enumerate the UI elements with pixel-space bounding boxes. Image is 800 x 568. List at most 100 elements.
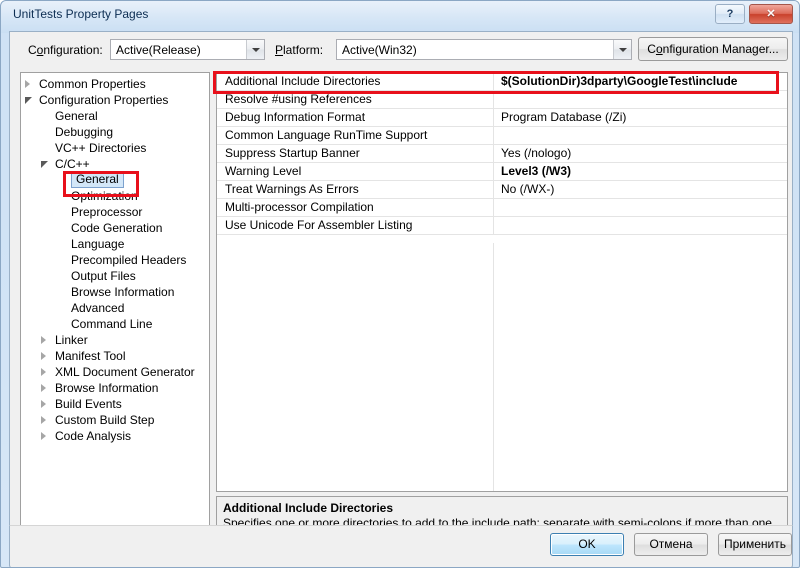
tree-item-label: XML Document Generator bbox=[55, 365, 195, 379]
tree-item-custom-build-step[interactable]: Custom Build Step bbox=[21, 412, 209, 428]
property-grid-panel: Additional Include Directories $(Solution… bbox=[216, 72, 788, 492]
tree-item-browse-information[interactable]: Browse Information bbox=[21, 380, 209, 396]
tree-item-label: Command Line bbox=[71, 317, 153, 331]
property-pages-window: UnitTests Property Pages ? ✕ Configurati… bbox=[0, 0, 800, 568]
description-title: Additional Include Directories bbox=[223, 501, 394, 515]
grid-column-divider bbox=[493, 181, 494, 198]
configuration-dropdown[interactable]: Active(Release) bbox=[110, 39, 265, 60]
grid-row[interactable]: Treat Warnings As Errors No (/WX-) bbox=[217, 181, 787, 199]
apply-button[interactable]: Применить bbox=[718, 533, 792, 556]
tree-item-label: General bbox=[71, 171, 124, 188]
tree-item-common-properties[interactable]: Common Properties bbox=[21, 76, 209, 92]
tree-expander-collapsed-icon[interactable] bbox=[41, 400, 46, 408]
tree-expander-collapsed-icon[interactable] bbox=[41, 432, 46, 440]
dialog-button-strip: OK Отмена Применить bbox=[9, 525, 793, 567]
grid-property-name: Resolve #using References bbox=[225, 92, 372, 106]
grid-column-divider bbox=[493, 243, 494, 491]
title-bar: UnitTests Property Pages ? ✕ bbox=[1, 1, 799, 31]
tree-item-command-line[interactable]: Command Line bbox=[21, 316, 209, 332]
tree-item-label: Preprocessor bbox=[71, 205, 143, 219]
tree-item-xml-document-generator[interactable]: XML Document Generator bbox=[21, 364, 209, 380]
grid-row[interactable]: Use Unicode For Assembler Listing bbox=[217, 217, 787, 235]
tree-item-label: Linker bbox=[55, 333, 88, 347]
tree-item-label: Configuration Properties bbox=[39, 93, 169, 107]
configuration-manager-button[interactable]: Configuration Manager... bbox=[638, 37, 788, 61]
grid-property-value[interactable]: Program Database (/Zi) bbox=[501, 110, 626, 124]
tree-expander-collapsed-icon[interactable] bbox=[41, 384, 46, 392]
tree-item-label: Debugging bbox=[55, 125, 114, 139]
tree-item-configuration-properties[interactable]: Configuration Properties bbox=[21, 92, 209, 108]
grid-column-divider bbox=[493, 73, 494, 90]
chevron-down-icon bbox=[252, 48, 260, 52]
grid-column-divider bbox=[493, 217, 494, 234]
tree-item-code-generation[interactable]: Code Generation bbox=[21, 220, 209, 236]
grid-row[interactable]: Resolve #using References bbox=[217, 91, 787, 109]
tree-item-linker[interactable]: Linker bbox=[21, 332, 209, 348]
grid-row[interactable]: Additional Include Directories $(Solution… bbox=[217, 73, 787, 91]
dialog-client-area: Configuration: Active(Release) Platform:… bbox=[9, 31, 793, 559]
tree-expander-collapsed-icon[interactable] bbox=[41, 336, 46, 344]
grid-property-name: Debug Information Format bbox=[225, 110, 366, 124]
grid-column-divider bbox=[493, 145, 494, 162]
grid-property-name: Common Language RunTime Support bbox=[225, 128, 428, 142]
tree-item-c-c[interactable]: C/C++ bbox=[21, 156, 209, 172]
configuration-value: Active(Release) bbox=[116, 43, 201, 57]
window-title: UnitTests Property Pages bbox=[13, 7, 149, 21]
tree-item-precompiled-headers[interactable]: Precompiled Headers bbox=[21, 252, 209, 268]
platform-dropdown[interactable]: Active(Win32) bbox=[336, 39, 632, 60]
property-grid: Additional Include Directories $(Solution… bbox=[217, 73, 787, 491]
cancel-button[interactable]: Отмена bbox=[634, 533, 708, 556]
tree-item-label: C/C++ bbox=[55, 157, 90, 171]
tree-item-label: Custom Build Step bbox=[55, 413, 155, 427]
grid-property-name: Warning Level bbox=[225, 164, 302, 178]
grid-property-name: Multi-processor Compilation bbox=[225, 200, 374, 214]
question-mark-icon: ? bbox=[726, 8, 734, 20]
tree-expander-expanded-icon[interactable] bbox=[41, 161, 48, 168]
tree-item-advanced[interactable]: Advanced bbox=[21, 300, 209, 316]
tree-item-optimization[interactable]: Optimization bbox=[21, 188, 209, 204]
tree-item-vc-directories[interactable]: VC++ Directories bbox=[21, 140, 209, 156]
tree-item-general[interactable]: General bbox=[21, 171, 209, 188]
grid-property-value[interactable]: No (/WX-) bbox=[501, 182, 554, 196]
grid-row[interactable]: Debug Information Format Program Database… bbox=[217, 109, 787, 127]
tree-expander-collapsed-icon[interactable] bbox=[41, 416, 46, 424]
help-button[interactable]: ? bbox=[715, 4, 745, 24]
grid-property-value[interactable]: Level3 (/W3) bbox=[501, 164, 571, 178]
tree-expander-expanded-icon[interactable] bbox=[25, 97, 32, 104]
configuration-toolbar: Configuration: Active(Release) Platform:… bbox=[10, 32, 792, 70]
tree-item-manifest-tool[interactable]: Manifest Tool bbox=[21, 348, 209, 364]
close-button[interactable]: ✕ bbox=[749, 4, 793, 24]
grid-property-name: Use Unicode For Assembler Listing bbox=[225, 218, 413, 232]
configuration-dropdown-arrow[interactable] bbox=[246, 40, 264, 59]
chevron-down-icon bbox=[619, 48, 627, 52]
tree-expander-collapsed-icon[interactable] bbox=[25, 80, 30, 88]
grid-row[interactable]: Warning Level Level3 (/W3) bbox=[217, 163, 787, 181]
tree-item-output-files[interactable]: Output Files bbox=[21, 268, 209, 284]
grid-property-value[interactable]: $(SolutionDir)3dparty\GoogleTest\include bbox=[501, 74, 737, 88]
tree-item-build-events[interactable]: Build Events bbox=[21, 396, 209, 412]
platform-dropdown-arrow[interactable] bbox=[613, 40, 631, 59]
tree-item-code-analysis[interactable]: Code Analysis bbox=[21, 428, 209, 444]
tree-item-label: Optimization bbox=[71, 189, 138, 203]
grid-property-name: Treat Warnings As Errors bbox=[225, 182, 359, 196]
grid-property-name: Suppress Startup Banner bbox=[225, 146, 360, 160]
grid-row[interactable]: Multi-processor Compilation bbox=[217, 199, 787, 217]
tree-item-label: Build Events bbox=[55, 397, 122, 411]
properties-tree-panel: Common Properties Configuration Propertie… bbox=[20, 72, 210, 550]
tree-expander-collapsed-icon[interactable] bbox=[41, 352, 46, 360]
grid-property-value[interactable]: Yes (/nologo) bbox=[501, 146, 571, 160]
tree-item-language[interactable]: Language bbox=[21, 236, 209, 252]
tree-item-general[interactable]: General bbox=[21, 108, 209, 124]
platform-value: Active(Win32) bbox=[342, 43, 417, 57]
ok-button[interactable]: OK bbox=[550, 533, 624, 556]
grid-column-divider bbox=[493, 127, 494, 144]
grid-row[interactable]: Common Language RunTime Support bbox=[217, 127, 787, 145]
grid-row[interactable]: Suppress Startup Banner Yes (/nologo) bbox=[217, 145, 787, 163]
configuration-label: Configuration: bbox=[28, 43, 103, 57]
tree-item-preprocessor[interactable]: Preprocessor bbox=[21, 204, 209, 220]
tree-expander-collapsed-icon[interactable] bbox=[41, 368, 46, 376]
tree-item-label: Advanced bbox=[71, 301, 125, 315]
grid-column-divider bbox=[493, 163, 494, 180]
tree-item-debugging[interactable]: Debugging bbox=[21, 124, 209, 140]
tree-item-browse-information[interactable]: Browse Information bbox=[21, 284, 209, 300]
